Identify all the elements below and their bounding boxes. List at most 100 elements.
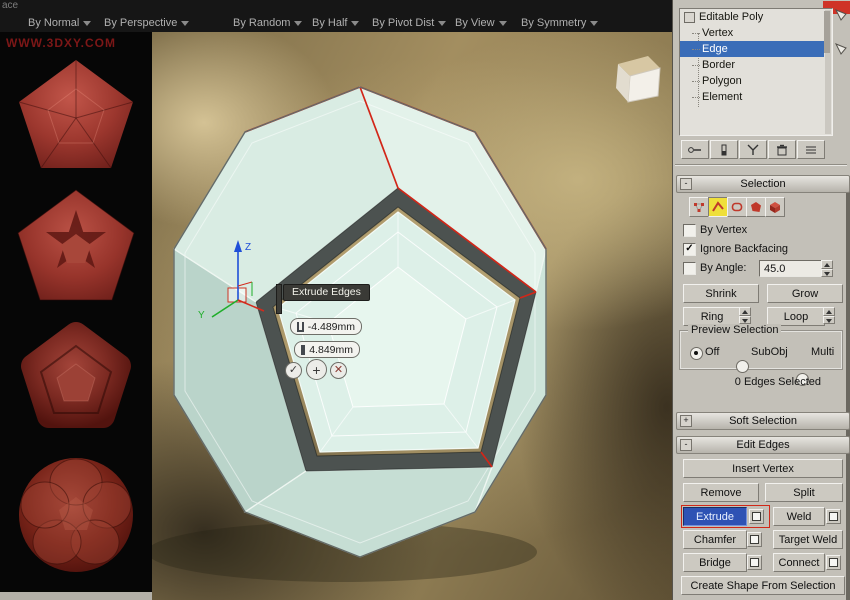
gizmo-y-label: Y — [198, 310, 205, 321]
menu-by-pivot-dist[interactable]: By Pivot Dist — [372, 17, 446, 29]
loop-spinner[interactable] — [823, 307, 835, 324]
menu-by-perspective[interactable]: By Perspective — [104, 17, 189, 29]
settings-window-icon — [752, 512, 761, 521]
show-end-result-icon — [716, 144, 732, 156]
dropdown-caret-icon — [590, 21, 598, 26]
target-weld-button[interactable]: Target Weld — [773, 530, 843, 549]
extrude-button-active[interactable]: Extrude — [683, 507, 747, 526]
modifier-stack[interactable]: Editable Poly Vertex Edge Border Polygon… — [679, 8, 833, 136]
dropdown-caret-icon — [83, 21, 91, 26]
bridge-button[interactable]: Bridge — [683, 553, 747, 572]
menu-by-symmetry[interactable]: By Symmetry — [521, 17, 598, 29]
command-panel: Editable Poly Vertex Edge Border Polygon… — [672, 0, 850, 600]
weld-settings-button[interactable] — [826, 509, 841, 524]
menu-by-half[interactable]: By Half — [312, 17, 359, 29]
rollout-soft-selection[interactable]: + Soft Selection — [676, 412, 850, 430]
perspective-viewport[interactable]: Z Y Extrude Edges -4.489mm 4.849mm ✓ + ✕ — [152, 32, 672, 600]
rollout-state-icon: - — [680, 178, 692, 190]
edge-mode-button-active[interactable] — [708, 197, 728, 217]
spinner-up-icon[interactable] — [821, 260, 833, 269]
dropdown-caret-icon — [294, 21, 302, 26]
settings-window-icon — [750, 535, 759, 544]
rounded-pentagon-image — [15, 320, 137, 440]
by-angle-spinner[interactable] — [821, 260, 833, 277]
panel-scrollbar[interactable] — [846, 176, 850, 600]
weld-button[interactable]: Weld — [773, 507, 825, 526]
extrude-width-field[interactable]: 4.849mm — [294, 341, 360, 358]
horizontal-scrollbar[interactable] — [0, 592, 152, 600]
remove-modifier-button[interactable] — [768, 140, 796, 159]
split-button[interactable]: Split — [765, 483, 843, 502]
stack-item-editable-poly[interactable]: Editable Poly — [680, 9, 832, 25]
caddy-handle[interactable] — [276, 284, 282, 314]
preview-selection-title: Preview Selection — [688, 324, 781, 336]
polygon-icon — [749, 200, 763, 214]
shrink-button[interactable]: Shrink — [683, 284, 759, 303]
by-angle-field[interactable]: 45.0 — [759, 260, 825, 277]
stack-item-edge-selected[interactable]: Edge — [680, 41, 824, 57]
watermark-text: WWW.3DXY.COM — [6, 36, 116, 50]
grow-button[interactable]: Grow — [767, 284, 843, 303]
selection-status: 0 Edges Selected — [673, 376, 821, 388]
extrude-width-value: 4.849mm — [309, 344, 353, 356]
chamfer-settings-button[interactable] — [747, 532, 762, 547]
preview-subobj-label: SubObj — [751, 346, 788, 358]
extrude-height-field[interactable]: -4.489mm — [290, 318, 362, 335]
ignore-backfacing-checkbox-checked[interactable]: ✓ — [683, 243, 696, 256]
render-thumbnail-faceted-pentagon — [0, 54, 152, 178]
caddy-ok-button[interactable]: ✓ — [285, 362, 302, 379]
configure-sets-icon — [803, 144, 819, 156]
preview-multi-label: Multi — [811, 346, 834, 358]
connect-button[interactable]: Connect — [773, 553, 825, 572]
preview-subobj-radio[interactable] — [736, 360, 749, 373]
connect-settings-button[interactable] — [826, 555, 841, 570]
stack-item-vertex[interactable]: Vertex — [680, 25, 832, 41]
show-end-result-button[interactable] — [710, 140, 738, 159]
pin-stack-icon — [687, 144, 703, 156]
rollout-edit-edges[interactable]: - Edit Edges — [676, 436, 850, 454]
stack-item-element[interactable]: Element — [680, 89, 832, 105]
spinner-down-icon[interactable] — [821, 269, 833, 278]
remove-modifier-icon — [774, 144, 790, 156]
by-vertex-checkbox[interactable] — [683, 224, 696, 237]
ring-spinner[interactable] — [739, 307, 751, 324]
bridge-settings-button[interactable] — [747, 555, 762, 570]
pin-arrow-icon-2[interactable] — [834, 42, 848, 56]
rollout-state-icon: + — [680, 415, 692, 427]
extrude-height-value: -4.489mm — [308, 321, 355, 333]
menu-by-normal[interactable]: By Normal — [28, 17, 91, 29]
faceted-pentagon-image — [12, 54, 140, 178]
render-thumbnail-inset-pentagon — [0, 184, 152, 310]
polygon-mode-button[interactable] — [746, 197, 766, 217]
dodecahedron-model[interactable]: Z Y — [152, 32, 672, 600]
rollout-selection[interactable]: - Selection — [676, 175, 850, 193]
rollout-state-icon: - — [680, 439, 692, 451]
vertex-icon — [692, 200, 706, 214]
stack-item-polygon[interactable]: Polygon — [680, 73, 832, 89]
vertex-mode-button[interactable] — [689, 197, 709, 217]
pin-stack-button[interactable] — [681, 140, 709, 159]
pin-arrow-icon[interactable] — [834, 8, 848, 22]
by-angle-checkbox[interactable] — [683, 262, 696, 275]
element-mode-button[interactable] — [765, 197, 785, 217]
stack-scrollbar[interactable] — [825, 10, 831, 134]
chamfer-button[interactable]: Chamfer — [683, 530, 747, 549]
configure-modifier-sets-button[interactable] — [797, 140, 825, 159]
caddy-apply-button[interactable]: + — [306, 359, 327, 380]
extrude-settings-button[interactable] — [749, 509, 764, 524]
menu-by-random[interactable]: By Random — [233, 17, 302, 29]
lobed-sphere-image — [15, 452, 137, 578]
insert-vertex-button[interactable]: Insert Vertex — [683, 459, 843, 478]
preview-off-radio-selected[interactable] — [690, 347, 703, 360]
create-shape-from-selection-button[interactable]: Create Shape From Selection — [681, 576, 845, 595]
stack-item-border[interactable]: Border — [680, 57, 832, 73]
make-unique-button[interactable] — [739, 140, 767, 159]
border-mode-button[interactable] — [727, 197, 747, 217]
application-window: ace By Normal By Perspective By Random B… — [0, 0, 850, 600]
by-angle-label: By Angle: — [700, 262, 746, 274]
extrude-active-outline: Extrude — [681, 505, 770, 528]
caddy-cancel-button[interactable]: ✕ — [330, 362, 347, 379]
dropdown-caret-icon — [438, 21, 446, 26]
remove-button[interactable]: Remove — [683, 483, 759, 502]
menu-by-view[interactable]: By View — [455, 17, 507, 29]
